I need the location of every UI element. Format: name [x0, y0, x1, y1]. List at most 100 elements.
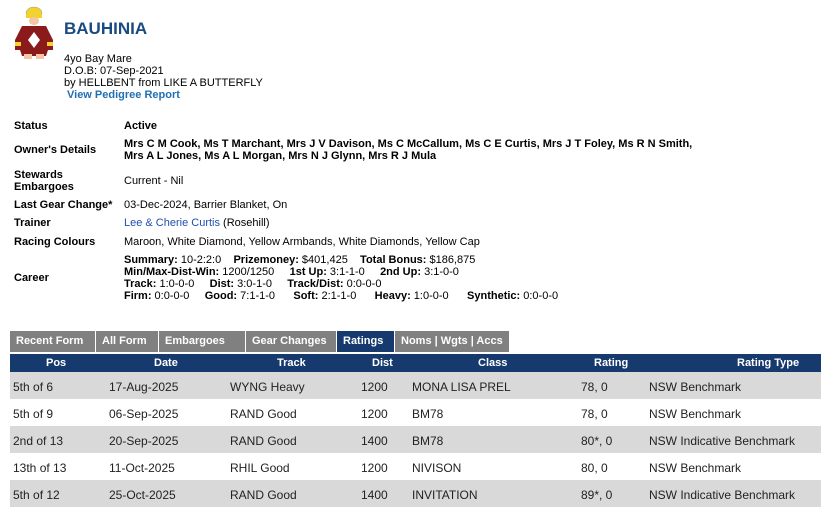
minmax-label: Min/Max-Dist-Win: — [124, 266, 220, 278]
owners-value: Mrs C M Cook, Ms T Marchant, Mrs J V Dav… — [124, 138, 693, 162]
heavy-value: 1:0-0-0 — [410, 290, 449, 302]
cell-class: INVITATION — [412, 488, 478, 502]
tab-gear-changes[interactable]: Gear Changes — [246, 331, 336, 352]
trackdist-label: Track/Dist: — [287, 278, 344, 290]
status-value: Active — [124, 120, 158, 132]
cell-date: 17-Aug-2025 — [109, 380, 179, 394]
cell-track: RAND Good — [230, 407, 297, 421]
prizemoney-label: Prizemoney: — [233, 254, 299, 266]
colours-label: Racing Colours — [14, 236, 96, 248]
cell-date: 11-Oct-2025 — [109, 461, 175, 475]
table-row: 5th of 9 06-Sep-2025 RAND Good 1200 BM78… — [10, 399, 821, 426]
header-date: Date — [154, 357, 178, 369]
trainer-value: Lee & Cherie Curtis (Rosehill) — [124, 217, 804, 229]
bonus-label: Total Bonus: — [360, 254, 427, 266]
header-track: Track — [277, 357, 306, 369]
career-label: Career — [14, 272, 49, 284]
firm-value: 0:0-0-0 — [151, 290, 190, 302]
good-value: 7:1-1-0 — [237, 290, 276, 302]
cell-rating: 78, 0 — [581, 407, 608, 421]
stewards-value: Current - Nil — [124, 175, 184, 187]
cell-dist: 1200 — [361, 380, 388, 394]
career-line-1: Summary: 10-2:2:0 Prizemoney: $401,425 T… — [124, 254, 804, 266]
cell-rating: 78, 0 — [581, 380, 608, 394]
jockey-silks-icon — [15, 6, 53, 59]
table-header: Pos Date Track Dist Class Rating Rating … — [10, 354, 821, 372]
career-line-2: Min/Max-Dist-Win: 1200/1250 1st Up: 3:1-… — [124, 266, 804, 278]
tab-all-form[interactable]: All Form — [96, 331, 158, 352]
status-label: Status — [14, 120, 48, 132]
firstup-label: 1st Up: — [289, 266, 327, 278]
track-value: 1:0-0-0 — [156, 278, 195, 290]
career-line-3: Track: 1:0-0-0 Dist: 3:0-1-0 Track/Dist:… — [124, 278, 804, 290]
gear-label: Last Gear Change* — [14, 199, 113, 211]
owners-label: Owner's Details — [14, 144, 97, 156]
header-class: Class — [478, 357, 508, 369]
dist-label: Dist: — [209, 278, 235, 290]
horse-breeding: by HELLBENT from LIKE A BUTTERFLY — [64, 77, 263, 89]
cell-track: WYNG Heavy — [230, 380, 305, 394]
cell-date: 25-Oct-2025 — [109, 488, 176, 502]
cell-class: BM78 — [412, 407, 444, 421]
cell-class: NIVISON — [412, 461, 462, 475]
cell-dist: 1200 — [361, 407, 388, 421]
career-line-4: Firm: 0:0-0-0 Good: 7:1-1-0 Soft: 2:1-1-… — [124, 290, 804, 302]
tab-embargoes[interactable]: Embargoes — [159, 331, 245, 352]
cell-rating: 80*, 0 — [581, 434, 613, 448]
header-pos: Pos — [46, 357, 67, 369]
cell-rating-type: NSW Indicative Benchmark — [649, 434, 796, 448]
tab-recent-form[interactable]: Recent Form — [10, 331, 95, 352]
trainer-label: Trainer — [14, 217, 51, 229]
tab-noms-wgts-accs[interactable]: Noms | Wgts | Accs — [395, 331, 509, 352]
cell-rating: 80, 0 — [581, 461, 608, 475]
bonus-value: $186,875 — [426, 254, 476, 266]
table-row: 5th of 12 25-Oct-2025 RAND Good 1400 INV… — [10, 480, 821, 507]
trackdist-value: 0:0-0-0 — [343, 278, 382, 290]
trainer-link[interactable]: Lee & Cherie Curtis — [124, 217, 220, 229]
cell-pos: 13th of 13 — [13, 461, 67, 475]
synthetic-label: Synthetic: — [467, 290, 521, 302]
trainer-location: (Rosehill) — [220, 217, 270, 229]
cell-rating: 89*, 0 — [581, 488, 613, 502]
prizemoney-value: $401,425 — [298, 254, 348, 266]
header-rating-type: Rating Type — [737, 357, 800, 369]
good-label: Good: — [204, 290, 238, 302]
cell-class: BM78 — [412, 434, 444, 448]
soft-value: 2:1-1-0 — [318, 290, 357, 302]
career-stats: Summary: 10-2:2:0 Prizemoney: $401,425 T… — [124, 254, 804, 302]
view-pedigree-link[interactable]: View Pedigree Report — [67, 89, 180, 101]
cell-track: RHIL Good — [230, 461, 290, 475]
tab-ratings[interactable]: Ratings — [337, 331, 394, 352]
summary-label: Summary: — [124, 254, 178, 266]
cell-pos: 2nd of 13 — [13, 434, 64, 448]
header-rating: Rating — [594, 357, 629, 369]
table-body: 5th of 6 17-Aug-2025 WYNG Heavy 1200 MON… — [10, 372, 821, 507]
cell-track: RAND Good — [230, 434, 297, 448]
cell-pos: 5th of 6 — [13, 380, 54, 394]
cell-pos: 5th of 9 — [13, 407, 54, 421]
firstup-value: 3:1-1-0 — [326, 266, 365, 278]
cell-dist: 1400 — [361, 488, 388, 502]
ratings-table: Pos Date Track Dist Class Rating Rating … — [10, 354, 821, 507]
table-row: 5th of 6 17-Aug-2025 WYNG Heavy 1200 MON… — [10, 372, 821, 399]
cell-rating-type: NSW Indicative Benchmark — [649, 488, 796, 502]
horse-description: 4yo Bay Mare — [64, 53, 132, 65]
secondup-label: 2nd Up: — [380, 266, 422, 278]
track-label: Track: — [124, 278, 157, 290]
table-row: 2nd of 13 20-Sep-2025 RAND Good 1400 BM7… — [10, 426, 821, 453]
form-tabs: Recent Form All Form Embargoes Gear Chan… — [10, 331, 510, 352]
cell-dist: 1400 — [361, 434, 388, 448]
horse-dob: D.O.B: 07-Sep-2021 — [64, 65, 164, 77]
horse-name: BAUHINIA — [64, 19, 148, 38]
heavy-label: Heavy: — [374, 290, 411, 302]
cell-date: 20-Sep-2025 — [109, 434, 179, 448]
stewards-label: Stewards Embargoes — [14, 169, 74, 193]
dist-value: 3:0-1-0 — [234, 278, 272, 290]
firm-label: Firm: — [124, 290, 152, 302]
horse-header: BAUHINIA 4yo Bay Mare D.O.B: 07-Sep-2021… — [10, 4, 810, 104]
cell-rating-type: NSW Benchmark — [649, 407, 742, 421]
colours-value: Maroon, White Diamond, Yellow Armbands, … — [124, 236, 480, 248]
cell-dist: 1200 — [361, 461, 388, 475]
cell-track: RAND Good — [230, 488, 297, 502]
gear-value: 03-Dec-2024, Barrier Blanket, On — [124, 199, 288, 211]
